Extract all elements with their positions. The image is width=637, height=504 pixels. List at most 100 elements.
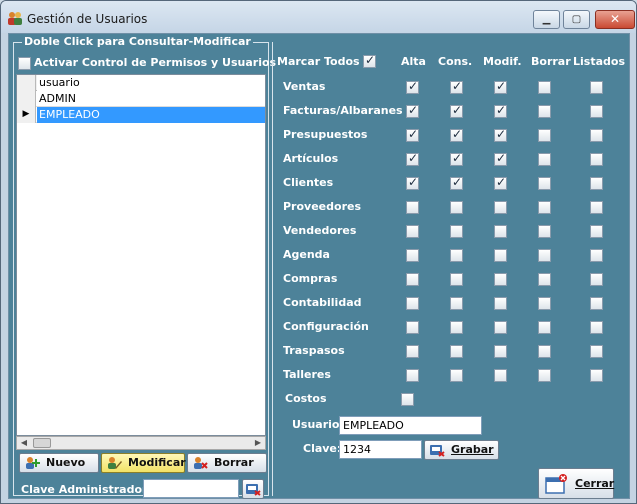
permission-checkbox[interactable] bbox=[406, 369, 419, 382]
user-cell[interactable]: EMPLEADO bbox=[37, 107, 265, 123]
modificar-button[interactable]: Modificar bbox=[101, 453, 186, 473]
permission-checkbox[interactable] bbox=[450, 201, 463, 214]
permission-checkbox[interactable] bbox=[450, 79, 463, 94]
permission-checkbox[interactable] bbox=[494, 127, 507, 142]
permission-checkbox[interactable] bbox=[450, 369, 463, 382]
permission-checkbox[interactable] bbox=[538, 225, 551, 238]
permission-checkbox[interactable] bbox=[450, 175, 463, 190]
permission-checkbox[interactable] bbox=[406, 345, 419, 358]
cerrar-label: Cerrar bbox=[575, 477, 615, 490]
permission-checkbox[interactable] bbox=[538, 105, 551, 118]
nuevo-button[interactable]: Nuevo bbox=[19, 453, 99, 473]
permission-checkbox[interactable] bbox=[538, 153, 551, 166]
permission-checkbox[interactable] bbox=[590, 321, 603, 334]
permission-checkbox[interactable] bbox=[590, 201, 603, 214]
permission-checkbox[interactable] bbox=[538, 321, 551, 334]
permission-checkbox[interactable] bbox=[450, 273, 463, 286]
permission-checkbox[interactable] bbox=[590, 249, 603, 262]
permission-checkbox[interactable] bbox=[406, 201, 419, 214]
permission-checkbox[interactable] bbox=[590, 153, 603, 166]
permission-checkbox[interactable] bbox=[494, 273, 507, 286]
permission-checkbox[interactable] bbox=[406, 151, 419, 166]
permission-checkbox[interactable] bbox=[406, 103, 419, 118]
clave-input[interactable] bbox=[339, 440, 422, 459]
table-row-selected[interactable]: ▶ EMPLEADO bbox=[17, 107, 265, 123]
scroll-left-icon[interactable]: ◀ bbox=[17, 437, 31, 449]
table-row[interactable]: ADMIN bbox=[17, 91, 265, 107]
permission-checkbox[interactable] bbox=[406, 297, 419, 310]
permission-checkbox[interactable] bbox=[538, 177, 551, 190]
permission-checkbox[interactable] bbox=[450, 151, 463, 166]
users-grid[interactable]: usuario ADMIN ▶ EMPLEADO bbox=[16, 74, 266, 436]
borrar-button[interactable]: Borrar bbox=[187, 453, 267, 473]
permission-checkbox[interactable] bbox=[450, 249, 463, 262]
permission-checkbox[interactable] bbox=[494, 369, 507, 382]
column-borrar: Borrar bbox=[531, 55, 571, 68]
permission-checkbox[interactable] bbox=[450, 225, 463, 238]
permission-checkbox[interactable] bbox=[450, 345, 463, 358]
grid-column-usuario[interactable]: usuario bbox=[37, 75, 265, 91]
nuevo-label: Nuevo bbox=[46, 456, 86, 469]
permission-checkbox[interactable] bbox=[494, 201, 507, 214]
permission-checkbox[interactable] bbox=[590, 345, 603, 358]
permission-checkbox[interactable] bbox=[538, 273, 551, 286]
close-window-icon bbox=[545, 474, 567, 494]
maximize-button[interactable]: ▢ bbox=[563, 10, 590, 29]
permission-checkbox[interactable] bbox=[406, 249, 419, 262]
permission-checkbox[interactable] bbox=[590, 273, 603, 286]
mark-all-checkbox[interactable] bbox=[363, 53, 376, 68]
permission-checkbox[interactable] bbox=[494, 225, 507, 238]
permission-checkbox[interactable] bbox=[450, 103, 463, 118]
permission-checkbox[interactable] bbox=[538, 129, 551, 142]
permission-checkbox[interactable] bbox=[406, 79, 419, 94]
grabar-button[interactable]: Grabar bbox=[424, 440, 499, 460]
grid-horizontal-scrollbar[interactable]: ◀ ▶ bbox=[16, 436, 266, 450]
usuario-input[interactable] bbox=[339, 416, 482, 435]
minimize-button[interactable]: ▁ bbox=[533, 10, 560, 29]
activate-permissions-checkbox[interactable]: Activar Control de Permisos y Usuarios bbox=[18, 56, 276, 70]
permission-checkbox[interactable] bbox=[494, 321, 507, 334]
permission-checkbox[interactable] bbox=[494, 249, 507, 262]
user-cell[interactable]: ADMIN bbox=[37, 91, 265, 107]
permission-checkbox[interactable] bbox=[538, 369, 551, 382]
permission-checkbox[interactable] bbox=[590, 369, 603, 382]
permission-checkbox[interactable] bbox=[590, 177, 603, 190]
row-indicator bbox=[17, 91, 36, 107]
permission-checkbox[interactable] bbox=[406, 225, 419, 238]
permission-checkbox[interactable] bbox=[406, 321, 419, 334]
permission-checkbox[interactable] bbox=[538, 297, 551, 310]
permission-checkbox[interactable] bbox=[538, 81, 551, 94]
permission-checkbox[interactable] bbox=[450, 127, 463, 142]
permission-checkbox[interactable] bbox=[406, 273, 419, 286]
permission-checkbox[interactable] bbox=[406, 175, 419, 190]
cerrar-button[interactable]: Cerrar bbox=[538, 468, 614, 499]
permission-checkbox[interactable] bbox=[494, 103, 507, 118]
close-button[interactable]: ✕ bbox=[595, 10, 635, 29]
permission-checkbox[interactable] bbox=[538, 201, 551, 214]
permission-checkbox[interactable] bbox=[590, 105, 603, 118]
permission-checkbox[interactable] bbox=[494, 175, 507, 190]
save-key-icon bbox=[430, 445, 445, 457]
permission-checkbox[interactable] bbox=[494, 345, 507, 358]
permission-checkbox[interactable] bbox=[590, 225, 603, 238]
permission-checkbox[interactable] bbox=[538, 345, 551, 358]
activate-permissions-box[interactable] bbox=[18, 56, 31, 70]
permission-checkbox[interactable] bbox=[494, 79, 507, 94]
admin-password-input[interactable] bbox=[143, 479, 239, 498]
permission-checkbox[interactable] bbox=[494, 297, 507, 310]
permission-checkbox[interactable] bbox=[450, 297, 463, 310]
permission-checkbox[interactable] bbox=[494, 151, 507, 166]
permission-checkbox[interactable] bbox=[406, 127, 419, 142]
permission-checkbox[interactable] bbox=[590, 81, 603, 94]
permission-checkbox[interactable] bbox=[450, 321, 463, 334]
module-label: Proveedores bbox=[283, 200, 361, 213]
permission-checkbox[interactable] bbox=[538, 249, 551, 262]
scroll-right-icon[interactable]: ▶ bbox=[251, 437, 265, 449]
permission-checkbox[interactable] bbox=[590, 297, 603, 310]
permission-checkbox[interactable] bbox=[590, 129, 603, 142]
admin-key-button[interactable] bbox=[242, 479, 264, 499]
title-bar[interactable]: Gestión de Usuarios ▁ ▢ ✕ bbox=[1, 1, 636, 33]
scroll-thumb[interactable] bbox=[33, 438, 51, 448]
permission-checkbox[interactable] bbox=[401, 393, 414, 406]
module-label: Agenda bbox=[283, 248, 330, 261]
